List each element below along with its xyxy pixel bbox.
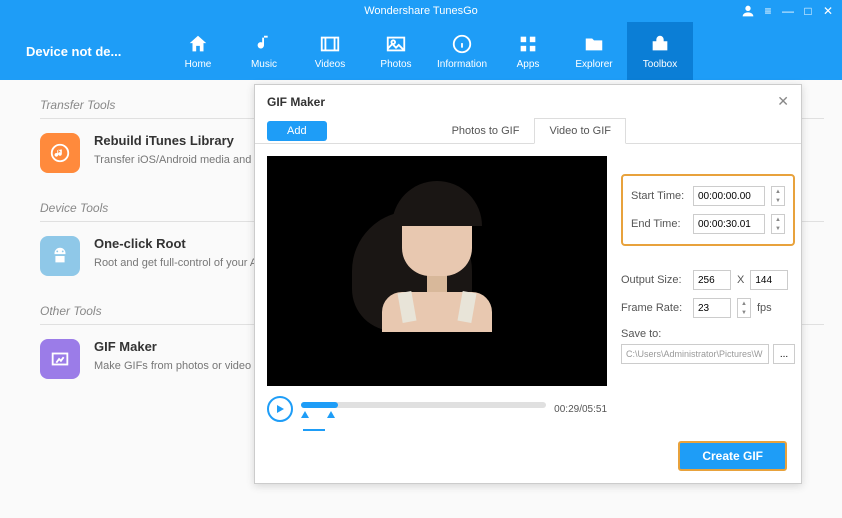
playback-controls: 00:29/05:51 (267, 396, 607, 422)
end-time-label: End Time: (631, 218, 687, 230)
android-icon (40, 236, 80, 276)
nav-music[interactable]: Music (231, 22, 297, 80)
nav-apps[interactable]: Apps (495, 22, 561, 80)
nav-explorer[interactable]: Explorer (561, 22, 627, 80)
time-range-box: Start Time: ▲▼ End Time: ▲▼ (621, 174, 795, 246)
tool-title: GIF Maker (94, 339, 251, 354)
settings-panel: Start Time: ▲▼ End Time: ▲▼ Output Size:… (621, 156, 795, 422)
itunes-icon (40, 133, 80, 173)
height-input[interactable] (750, 270, 788, 290)
video-area: 00:29/05:51 (267, 156, 607, 422)
dialog-tabs: Photos to GIF Video to GIF (437, 118, 626, 144)
tab-video-to-gif[interactable]: Video to GIF (534, 118, 626, 144)
add-button[interactable]: Add (267, 121, 327, 141)
app-title: Wondershare TunesGo (364, 5, 478, 17)
window-controls: ≡ — □ ✕ (740, 0, 836, 22)
gif-maker-dialog: GIF Maker ✕ Add Photos to GIF Video to G… (254, 84, 802, 484)
range-markers[interactable] (301, 411, 335, 418)
end-time-input[interactable] (693, 214, 765, 234)
dialog-content: 00:29/05:51 Start Time: ▲▼ End Time: ▲▼ … (255, 144, 801, 434)
start-time-label: Start Time: (631, 190, 687, 202)
maximize-icon[interactable]: □ (800, 3, 816, 19)
nav-toolbox[interactable]: Toolbox (627, 22, 693, 80)
nav-home[interactable]: Home (165, 22, 231, 80)
save-to-label: Save to: (621, 328, 661, 340)
nav-items: Home Music Videos Photos Information App… (165, 22, 693, 80)
video-preview[interactable] (267, 156, 607, 386)
save-path-input[interactable] (621, 344, 769, 364)
start-time-input[interactable] (693, 186, 765, 206)
menu-icon[interactable]: ≡ (760, 3, 776, 19)
dialog-title: GIF Maker (267, 95, 325, 109)
close-icon[interactable]: ✕ (820, 3, 836, 19)
time-display: 00:29/05:51 (554, 404, 607, 415)
title-bar: Wondershare TunesGo ≡ — □ ✕ (0, 0, 842, 22)
top-nav: Device not de... Home Music Videos Photo… (0, 22, 842, 80)
dialog-toprow: Add Photos to GIF Video to GIF (255, 118, 801, 144)
gif-icon (40, 339, 80, 379)
user-icon[interactable] (740, 3, 756, 19)
create-gif-button[interactable]: Create GIF (678, 441, 787, 471)
end-time-spinner[interactable]: ▲▼ (771, 214, 785, 234)
nav-photos[interactable]: Photos (363, 22, 429, 80)
frame-rate-label: Frame Rate: (621, 302, 687, 314)
output-size-label: Output Size: (621, 274, 687, 286)
dialog-footer: Create GIF (678, 441, 787, 471)
video-thumbnail (377, 186, 497, 332)
width-input[interactable] (693, 270, 731, 290)
tab-photos-to-gif[interactable]: Photos to GIF (437, 118, 535, 144)
start-time-spinner[interactable]: ▲▼ (771, 186, 785, 206)
device-status[interactable]: Device not de... (0, 22, 155, 80)
tool-desc: Make GIFs from photos or video (94, 358, 251, 375)
fps-spinner[interactable]: ▲▼ (737, 298, 751, 318)
play-button[interactable] (267, 396, 293, 422)
x-separator: X (737, 274, 744, 286)
minimize-icon[interactable]: — (780, 3, 796, 19)
nav-information[interactable]: Information (429, 22, 495, 80)
close-icon[interactable]: ✕ (777, 93, 789, 110)
nav-videos[interactable]: Videos (297, 22, 363, 80)
fps-input[interactable] (693, 298, 731, 318)
save-to-row: Save to: ... (621, 328, 795, 364)
timeline[interactable] (301, 398, 546, 420)
fps-unit: fps (757, 302, 772, 314)
dialog-header: GIF Maker ✕ (255, 85, 801, 118)
browse-button[interactable]: ... (773, 344, 795, 364)
